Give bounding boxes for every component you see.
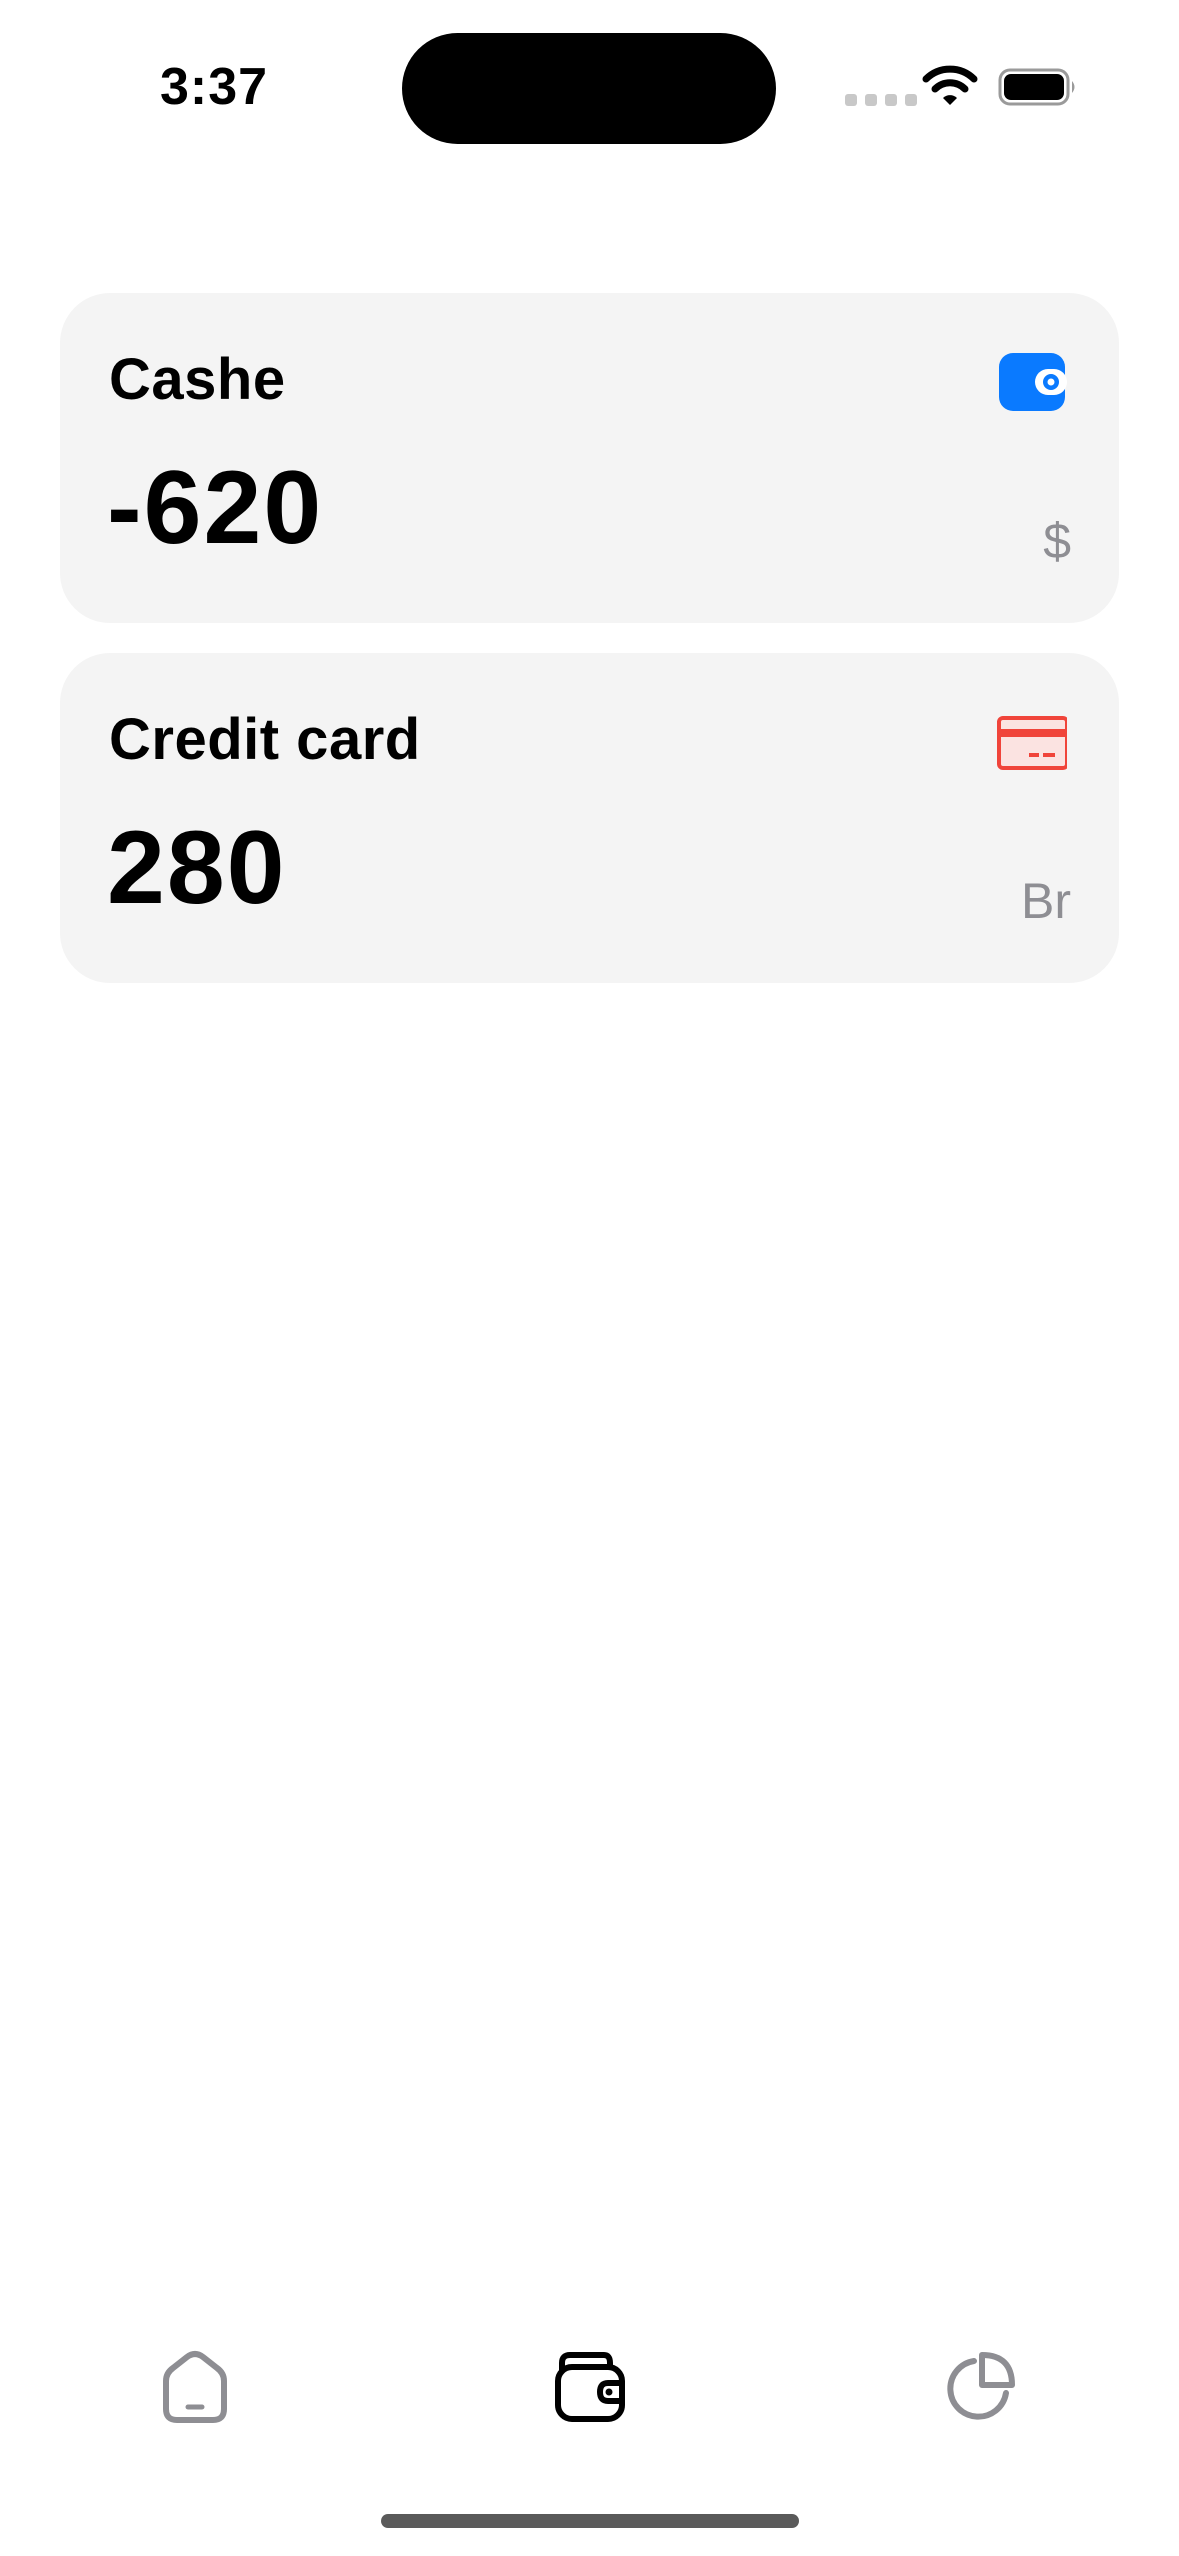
wallet-icon [555,2352,625,2422]
tab-statistics[interactable] [935,2342,1025,2432]
credit-card-icon [997,716,1067,770]
account-balance: 280 [107,810,287,926]
home-icon [163,2351,227,2423]
dynamic-island [402,33,776,144]
account-name: Cashe [109,347,286,412]
status-bar: 3:37 [0,0,1179,180]
tab-bar [0,2320,1179,2450]
account-balance: -620 [107,450,324,566]
battery-icon [998,68,1075,106]
status-time: 3:37 [160,58,269,116]
tab-home[interactable] [150,2342,240,2432]
pie-chart-icon [947,2352,1015,2420]
account-card-credit-card[interactable]: Credit card 280 Br [60,653,1119,983]
wallet-icon [999,353,1067,411]
account-card-cashe[interactable]: Cashe -620 $ [60,293,1119,623]
account-name: Credit card [109,707,421,772]
wifi-icon [922,65,978,105]
account-currency: Br [1021,873,1071,929]
account-currency: $ [1043,513,1071,569]
tab-wallet[interactable] [545,2342,635,2432]
cellular-signal-icon [845,94,917,106]
home-indicator[interactable] [381,2514,799,2528]
